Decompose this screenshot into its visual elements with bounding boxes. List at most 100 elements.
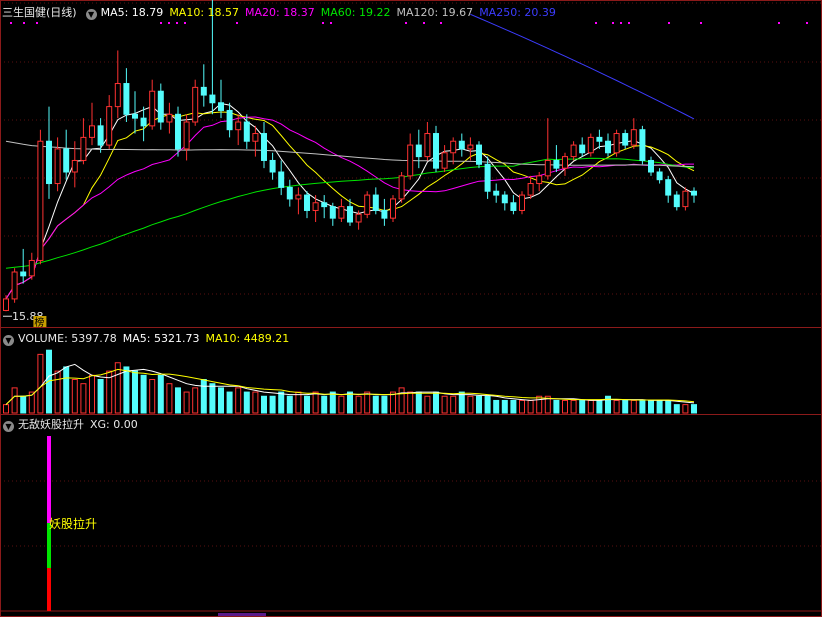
volume-bar — [484, 395, 491, 414]
top-markers — [10, 22, 808, 24]
volume-header: ▼ VOLUME: 5397.78 MA5: 5321.73 MA10: 4489.2… — [0, 331, 295, 346]
volume-bar — [20, 395, 27, 414]
marker-dot — [440, 22, 442, 24]
volume-bar — [493, 399, 500, 414]
volume-bar — [209, 383, 216, 414]
candle-body — [209, 94, 216, 104]
candle-body — [200, 86, 207, 96]
volume-bars — [3, 349, 697, 414]
candle-body — [269, 159, 276, 173]
candle-body — [321, 202, 328, 208]
marker-dot — [322, 22, 324, 24]
candle-body — [691, 190, 697, 196]
candle-body — [596, 136, 603, 142]
volume-collapse-icon[interactable]: ▼ — [3, 335, 14, 346]
candle-body — [235, 121, 242, 131]
marker-dot — [160, 22, 162, 24]
scroll-indicator — [218, 613, 266, 616]
volume-bar — [381, 395, 388, 414]
marker-dot — [595, 22, 597, 24]
candle-body — [166, 113, 173, 123]
volume-bar — [527, 399, 534, 414]
volume-bar — [553, 399, 560, 414]
candle-body — [97, 125, 104, 146]
candle-body — [3, 298, 9, 311]
candle-body — [243, 121, 250, 142]
volume-bar — [596, 399, 603, 414]
candle-body — [682, 190, 689, 208]
volume-bar — [235, 387, 242, 414]
volume-bar — [3, 404, 9, 414]
candle-body — [286, 186, 293, 200]
volume-bar — [587, 399, 594, 414]
volume-bar — [467, 395, 474, 414]
ma60-label: MA60: 19.22 — [320, 6, 391, 19]
volume-bar — [458, 391, 465, 414]
volume-bar — [338, 395, 345, 414]
candle-body — [536, 175, 543, 185]
candle-body — [192, 86, 199, 123]
candle-body — [89, 125, 95, 138]
marker-dot — [620, 22, 622, 24]
candle-body — [149, 90, 156, 127]
marker-dot — [236, 22, 238, 24]
candle-body — [630, 129, 637, 146]
candle-body — [71, 159, 78, 173]
candle-body — [484, 163, 491, 192]
volume-bar — [415, 391, 422, 414]
candle-body — [338, 206, 345, 219]
volume-bar — [54, 370, 61, 414]
collapse-icon[interactable]: ▼ — [85, 9, 97, 20]
candle-body — [304, 194, 310, 211]
volume-bar — [175, 387, 181, 414]
volume-bar — [536, 395, 543, 414]
volume-bar — [166, 383, 173, 414]
candle-body — [656, 171, 663, 181]
volume-bar — [347, 391, 353, 414]
candle-body — [544, 159, 551, 177]
candle-body — [364, 194, 371, 215]
signal-label: 妖股拉升 — [49, 516, 97, 531]
volume-bar — [501, 399, 508, 414]
candle-body — [639, 129, 646, 161]
marker-dot — [668, 22, 670, 24]
candle-body — [579, 144, 586, 154]
candle-body — [226, 109, 233, 131]
stock-chart[interactable]: 22.6615.88榜妖股拉升 — [0, 0, 822, 617]
signal-bar-red — [47, 568, 51, 611]
volume-bar — [519, 399, 525, 414]
candle-body — [381, 209, 388, 219]
candle-body — [415, 144, 422, 158]
volume-bar — [398, 387, 405, 414]
volume-bar — [441, 395, 448, 414]
volume-bar — [278, 391, 285, 414]
volume-bar — [123, 366, 130, 414]
volume-bar — [71, 379, 78, 414]
volume-bar — [80, 383, 87, 414]
volume-bar — [355, 395, 362, 414]
volume-bar — [665, 399, 672, 414]
candle-body — [390, 198, 396, 219]
volume-bar — [579, 399, 586, 414]
candle-body — [553, 159, 560, 169]
volume-bar — [295, 391, 302, 414]
ma5-label: MA5: 18.79 — [100, 6, 164, 19]
candle-body — [37, 140, 44, 261]
volume-bar — [372, 395, 379, 414]
indicator-collapse-icon[interactable]: ▼ — [3, 421, 14, 432]
indicator-name: 无敌妖股拉升 — [18, 418, 84, 431]
volume-bar — [218, 387, 224, 414]
volume-bar — [613, 399, 620, 414]
candle-body — [140, 117, 147, 127]
candle-body — [622, 133, 629, 146]
volume-bar — [407, 391, 414, 414]
divider-main-volume — [0, 327, 822, 328]
marker-dot — [23, 22, 25, 24]
candle-body — [261, 133, 267, 161]
marker-dot — [700, 22, 702, 24]
volume-bar — [476, 395, 482, 414]
volume-bar — [261, 395, 267, 414]
volume-bar — [648, 399, 654, 414]
volume-bar — [321, 395, 328, 414]
candle-body — [673, 194, 680, 208]
